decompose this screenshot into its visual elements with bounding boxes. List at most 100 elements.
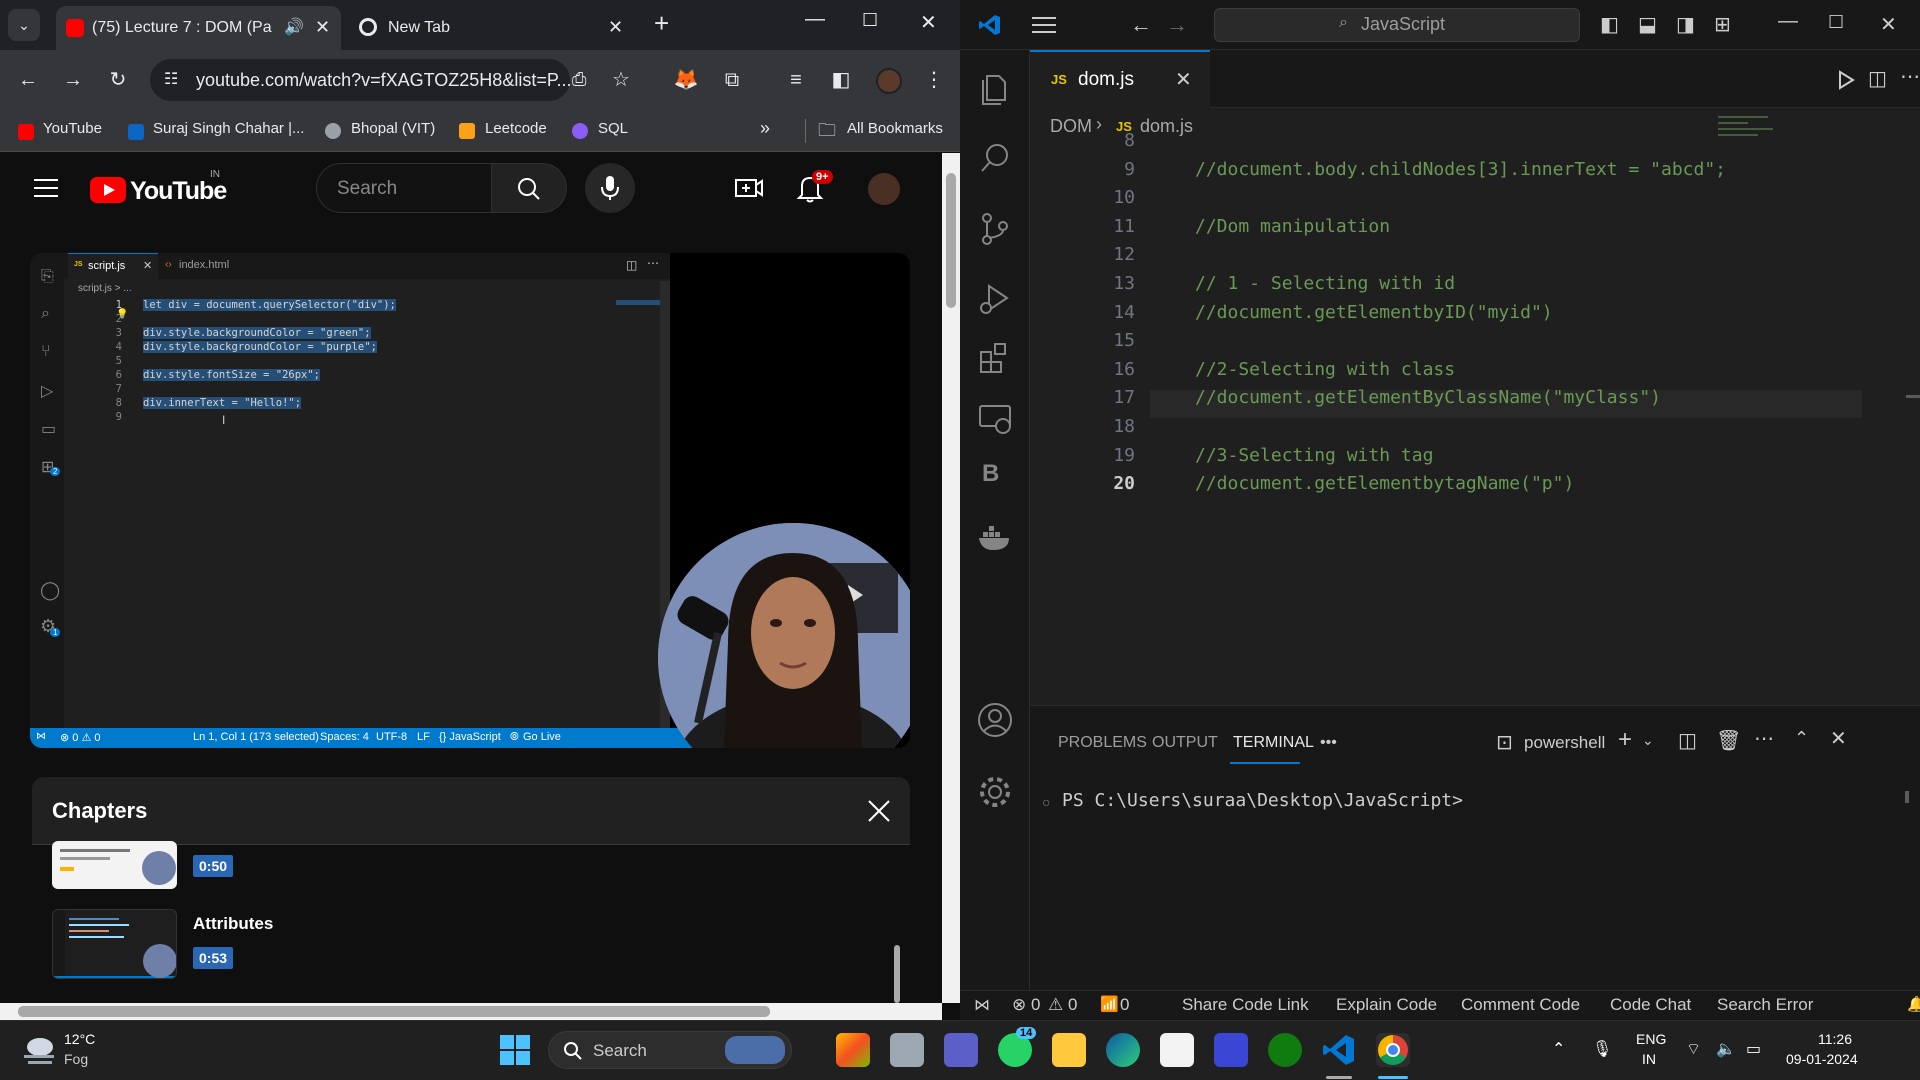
tab-dom-js[interactable]: JS dom.js ✕ (1030, 50, 1210, 108)
docker-icon[interactable] (975, 518, 1015, 558)
create-video-icon[interactable] (734, 175, 764, 201)
volume-icon[interactable]: 🔈 (1716, 1039, 1736, 1059)
maximize-icon[interactable]: ☐ (1828, 12, 1844, 33)
split-editor-icon[interactable]: ◫ (1868, 66, 1887, 91)
chapter-thumbnail[interactable] (52, 909, 177, 979)
tab-problems[interactable]: PROBLEMS (1058, 734, 1147, 752)
chrome-menu-icon[interactable]: ⋮ (918, 64, 950, 96)
chevron-down-icon[interactable]: ⌄ (1642, 732, 1654, 749)
reload-icon[interactable]: ↻ (102, 64, 134, 96)
language-1[interactable]: ENG (1636, 1031, 1666, 1047)
task-view-icon[interactable] (890, 1033, 924, 1067)
close-tab-icon[interactable]: ✕ (1175, 67, 1192, 92)
chapter-timestamp[interactable]: 0:50 (193, 855, 234, 877)
more-actions-icon[interactable]: ⋯ (1754, 726, 1774, 751)
chapter-title[interactable]: Attributes (193, 914, 273, 934)
chapter-thumbnail[interactable] (52, 841, 177, 889)
customize-layout-icon[interactable]: ⊞ (1714, 12, 1731, 37)
explorer-icon[interactable] (975, 68, 1015, 108)
voice-search-button[interactable] (585, 163, 635, 213)
file-explorer-icon[interactable] (1052, 1033, 1086, 1067)
windows-start-icon[interactable] (498, 1033, 532, 1067)
chapter-timestamp[interactable]: 0:53 (193, 947, 234, 969)
profile-avatar[interactable] (876, 68, 902, 94)
notifications-bell-icon[interactable]: 🔔 (1907, 995, 1920, 1013)
youtube-logo-text[interactable]: YouTube (130, 177, 227, 206)
remote-icon[interactable]: ⋈ (974, 995, 990, 1015)
more-bookmarks-icon[interactable]: » (760, 118, 770, 139)
tab-new-tab[interactable]: New Tab ✕ (350, 6, 640, 50)
search-button[interactable] (492, 163, 567, 213)
taskbar-search[interactable]: Search (548, 1031, 792, 1069)
clock-date[interactable]: 09-01-2024 (1786, 1051, 1858, 1067)
code-line[interactable]: //document.getElementbyID("myid") (1195, 302, 1553, 323)
language-2[interactable]: IN (1642, 1051, 1656, 1067)
close-tab-icon[interactable]: ✕ (608, 17, 623, 38)
status-comment-code[interactable]: Comment Code (1461, 995, 1580, 1015)
address-bar[interactable]: ☷ youtube.com/watch?v=fXAGTOZ25H8&list=P… (150, 59, 630, 101)
tab-output[interactable]: OUTPUT (1152, 734, 1218, 752)
metamask-extension-icon[interactable]: 🦊 (670, 64, 702, 96)
status-explain-code[interactable]: Explain Code (1336, 995, 1437, 1015)
close-panel-icon[interactable]: ✕ (1830, 726, 1847, 751)
speaker-icon[interactable]: 🔊 (284, 17, 304, 37)
media-control-icon[interactable]: ≡ (780, 64, 812, 96)
status-share-code-link[interactable]: Share Code Link (1182, 995, 1309, 1015)
page-vertical-scrollbar[interactable] (942, 153, 960, 1003)
youtube-logo-icon[interactable] (90, 177, 126, 203)
code-line[interactable]: //Dom manipulation (1195, 216, 1390, 237)
new-terminal-icon[interactable]: + (1618, 726, 1632, 754)
scroll-thumb[interactable] (946, 173, 956, 308)
code-line[interactable]: //document.getElementByClassName("myClas… (1195, 387, 1661, 408)
extensions-icon[interactable]: ⧉ (716, 64, 748, 96)
forward-icon[interactable]: → (57, 64, 89, 96)
microsoft-store-icon[interactable] (1160, 1033, 1194, 1067)
weather-fog-icon[interactable] (20, 1033, 58, 1067)
bookmark-youtube[interactable]: YouTube (43, 120, 102, 137)
microphone-icon[interactable]: 🎙 (1592, 1039, 1612, 1059)
minimap[interactable] (1718, 112, 1780, 152)
bookmark-sql[interactable]: SQL (598, 120, 628, 137)
menu-icon[interactable] (34, 179, 58, 199)
battery-icon[interactable]: ▭ (1746, 1039, 1761, 1059)
status-code-chat[interactable]: Code Chat (1610, 995, 1691, 1015)
code-line[interactable]: //3-Selecting with tag (1195, 445, 1433, 466)
maximize-icon[interactable]: ☐ (862, 10, 878, 31)
source-control-icon[interactable] (975, 208, 1015, 248)
wifi-icon[interactable]: ⌔ (1686, 1039, 1701, 1059)
tab-terminal[interactable]: TERMINAL (1233, 734, 1314, 752)
settings-gear-icon[interactable] (975, 772, 1015, 812)
xbox-icon[interactable] (1268, 1033, 1302, 1067)
tab-search-button[interactable]: ⌄ (8, 9, 40, 41)
close-icon[interactable] (867, 799, 891, 823)
account-icon[interactable] (975, 700, 1015, 740)
toggle-primary-sidebar-icon[interactable]: ◧ (1600, 12, 1619, 37)
ai-app-icon[interactable] (1214, 1033, 1248, 1067)
menu-icon[interactable] (1032, 16, 1056, 34)
show-hidden-icons[interactable]: ⌃ (1552, 1039, 1565, 1059)
edge-icon[interactable] (1106, 1033, 1140, 1067)
terminal-scrollbar[interactable] (1905, 791, 1909, 803)
chapters-scrollbar[interactable] (894, 945, 900, 1003)
weather-desc[interactable]: Fog (64, 1051, 88, 1067)
code-line[interactable]: //2-Selecting with class (1195, 359, 1455, 380)
status-search-error[interactable]: Search Error (1717, 995, 1813, 1015)
more-actions-icon[interactable]: ⋯ (1900, 64, 1920, 89)
run-debug-icon[interactable] (975, 278, 1015, 318)
close-window-icon[interactable]: ✕ (920, 10, 937, 35)
teams-icon[interactable] (944, 1033, 978, 1067)
status-warnings[interactable]: ⚠ 0 (1048, 995, 1077, 1015)
scroll-thumb[interactable] (18, 1006, 770, 1017)
toggle-panel-icon[interactable]: ⬓ (1638, 12, 1657, 37)
search-icon[interactable] (975, 138, 1015, 178)
code-line[interactable]: // 1 - Selecting with id (1195, 273, 1455, 294)
search-input[interactable]: Search (316, 163, 492, 213)
video-player[interactable]: ⎘ ⌕ ⑂ ▷ ▭ ⊞ 2 ◯ ⚙ 1 JS script.js ✕ ‹› in… (30, 253, 910, 748)
install-icon[interactable]: ⎙ (572, 69, 586, 90)
close-window-icon[interactable]: ✕ (1880, 12, 1897, 37)
close-tab-icon[interactable]: ✕ (315, 17, 330, 38)
more-panels-icon[interactable]: ••• (1320, 734, 1337, 752)
minimize-icon[interactable]: — (805, 8, 825, 31)
code-line[interactable]: //document.getElementbytagName("p") (1195, 473, 1574, 494)
status-ports[interactable]: 0 (1120, 995, 1129, 1015)
